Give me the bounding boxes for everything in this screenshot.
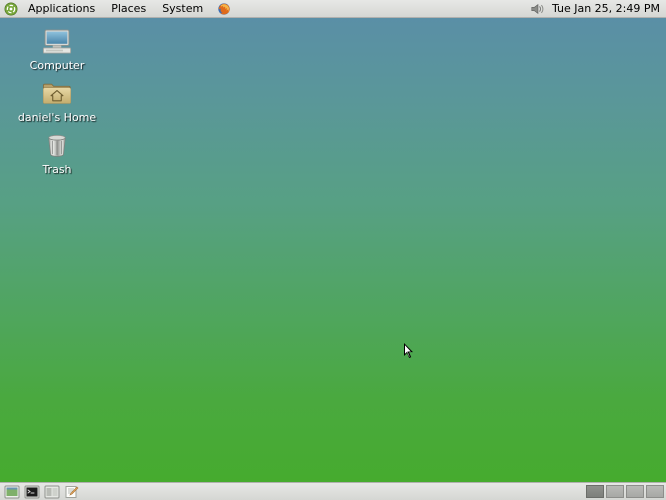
text-editor-launcher-icon[interactable]: [64, 485, 80, 499]
workspace-2[interactable]: [606, 485, 624, 498]
volume-icon[interactable]: [530, 2, 546, 16]
menu-places-label: Places: [111, 2, 146, 15]
menu-applications[interactable]: Applications: [20, 0, 103, 17]
firefox-launcher-icon[interactable]: [217, 2, 231, 16]
top-panel-left: Applications Places System: [0, 0, 231, 17]
top-panel-right: Tue Jan 25, 2:49 PM: [530, 0, 666, 17]
desktop-icon-trash-label: Trash: [17, 163, 97, 176]
terminal-launcher-icon[interactable]: [24, 485, 40, 499]
trash-icon: [40, 132, 74, 160]
bottom-panel-left: [0, 483, 80, 500]
file-manager-launcher-icon[interactable]: [44, 485, 60, 499]
desktop-icon-computer[interactable]: Computer: [17, 28, 97, 72]
menu-applications-label: Applications: [28, 2, 95, 15]
workspace-1[interactable]: [586, 485, 604, 498]
distributor-logo-icon[interactable]: [4, 2, 18, 16]
panel-clock[interactable]: Tue Jan 25, 2:49 PM: [552, 2, 660, 15]
workspace-switcher: [586, 483, 666, 500]
computer-icon: [40, 28, 74, 56]
workspace-3[interactable]: [626, 485, 644, 498]
home-folder-icon: [40, 80, 74, 108]
desktop-background[interactable]: Computer daniel's Home: [0, 18, 666, 482]
desktop-icon-trash[interactable]: Trash: [17, 132, 97, 176]
menu-system[interactable]: System: [154, 0, 211, 17]
menu-system-label: System: [162, 2, 203, 15]
desktop-icon-computer-label: Computer: [17, 59, 97, 72]
desktop-icon-home-label: daniel's Home: [17, 111, 97, 124]
workspace-4[interactable]: [646, 485, 664, 498]
desktop-icon-home[interactable]: daniel's Home: [17, 80, 97, 124]
menu-places[interactable]: Places: [103, 0, 154, 17]
mouse-cursor: [404, 343, 416, 361]
top-panel: Applications Places System Tue Jan 25, 2…: [0, 0, 666, 18]
show-desktop-button[interactable]: [4, 485, 20, 499]
bottom-panel: [0, 482, 666, 500]
